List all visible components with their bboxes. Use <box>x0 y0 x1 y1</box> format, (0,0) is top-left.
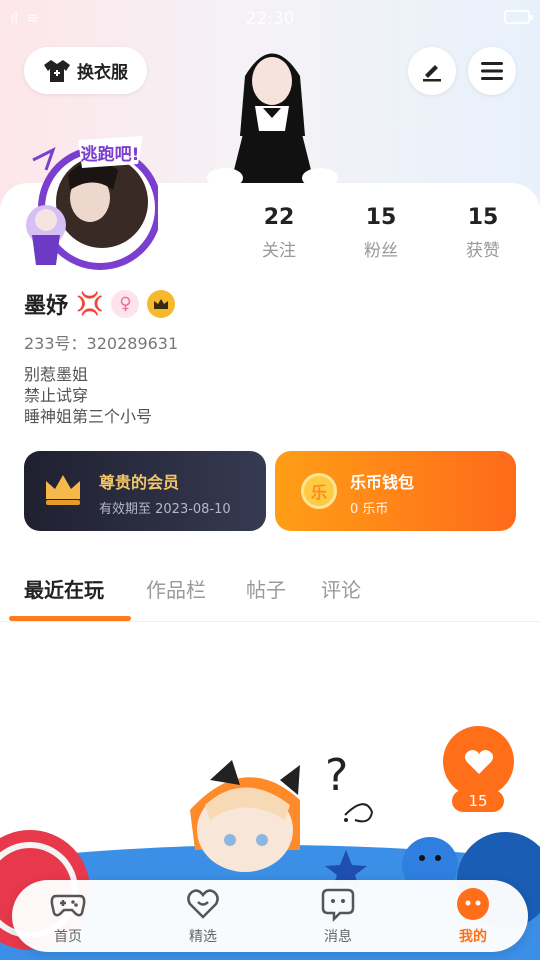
user-avatar[interactable]: 逃跑吧! <box>18 130 158 275</box>
vip-expiry: 有效期至 2023-08-10 <box>99 502 231 517</box>
nav-messages-label: 消息 <box>324 929 352 945</box>
tab-posts[interactable]: 帖子 <box>246 574 286 603</box>
like-count: 15 <box>452 790 504 812</box>
bio-line: 睡神姐第三个小号 <box>24 407 153 426</box>
nav-home[interactable]: 首页 <box>28 886 108 946</box>
tab-works[interactable]: 作品栏 <box>146 574 206 603</box>
hamburger-menu-icon <box>481 62 503 80</box>
svg-text:?: ? <box>325 750 348 801</box>
pencil-icon <box>423 65 441 82</box>
nav-featured-label: 精选 <box>189 929 217 945</box>
heart-icon <box>464 749 493 774</box>
stat-followers-count: 15 <box>365 205 397 230</box>
username: 墨妤 <box>24 294 69 319</box>
stat-followers[interactable]: 15 粉丝 <box>336 205 426 261</box>
menu-button[interactable] <box>468 47 516 95</box>
stat-following-label: 关注 <box>262 241 296 261</box>
stat-following-count: 22 <box>263 205 295 230</box>
username-row: 墨妤 💢 ♀ <box>24 288 176 320</box>
bio: 别惹墨姐 禁止试穿 睡神姐第三个小号 <box>24 364 152 427</box>
like-button[interactable] <box>443 726 514 797</box>
change-outfit-button[interactable]: 换衣服 <box>24 47 147 94</box>
user-id: 233号：320289631 <box>24 334 179 353</box>
battery-icon <box>504 10 533 24</box>
change-outfit-label: 换衣服 <box>77 63 128 83</box>
chat-bubble-icon <box>321 888 355 922</box>
coin-wallet-card[interactable]: 乐 乐币钱包 0 乐币 <box>275 451 516 531</box>
wallet-balance: 0 乐币 <box>350 502 389 517</box>
stat-followers-label: 粉丝 <box>364 241 398 261</box>
edit-profile-button[interactable] <box>408 47 456 95</box>
stat-likes-label: 获赞 <box>466 241 500 261</box>
vip-crown-icon <box>46 475 80 505</box>
nav-me[interactable]: 我的 <box>433 886 513 946</box>
gamepad-icon <box>50 894 86 917</box>
bottom-navigation: 首页 精选 消息 我的 <box>12 880 528 952</box>
status-time: 22:30 <box>245 9 295 29</box>
crown-badge-icon[interactable] <box>147 290 176 318</box>
status-bar: ıl ≋ 22:30 <box>0 0 540 38</box>
anger-emoji-icon: 💢 <box>76 291 104 317</box>
tab-comments[interactable]: 评论 <box>321 574 361 603</box>
shirt-icon <box>44 59 70 82</box>
nav-home-label: 首页 <box>54 929 82 945</box>
profile-face-icon <box>457 888 489 920</box>
vip-membership-card[interactable]: 尊贵的会员 有效期至 2023-08-10 <box>24 451 266 531</box>
tab-recently-played[interactable]: 最近在玩 <box>24 574 104 603</box>
female-gender-icon: ♀ <box>111 290 140 318</box>
coin-icon: 乐 <box>301 473 337 509</box>
heart-outline-icon <box>187 889 219 919</box>
nav-messages[interactable]: 消息 <box>298 886 378 946</box>
active-tab-indicator <box>9 616 131 621</box>
bio-line: 禁止试穿 <box>24 386 89 405</box>
profile-tabs: 最近在玩 作品栏 帖子 评论 <box>0 560 540 622</box>
bio-line: 别惹墨姐 <box>24 365 89 384</box>
nav-me-label: 我的 <box>459 929 487 945</box>
vip-title: 尊贵的会员 <box>99 473 180 492</box>
avatar-frame-badge-text: 逃跑吧! <box>81 144 140 165</box>
nav-featured[interactable]: 精选 <box>163 886 243 946</box>
stat-likes-count: 15 <box>467 205 499 230</box>
stat-likes[interactable]: 15 获赞 <box>438 205 528 261</box>
stat-following[interactable]: 22 关注 <box>234 205 324 261</box>
wallet-title: 乐币钱包 <box>350 473 415 492</box>
avatar-3d-figure <box>207 53 338 186</box>
